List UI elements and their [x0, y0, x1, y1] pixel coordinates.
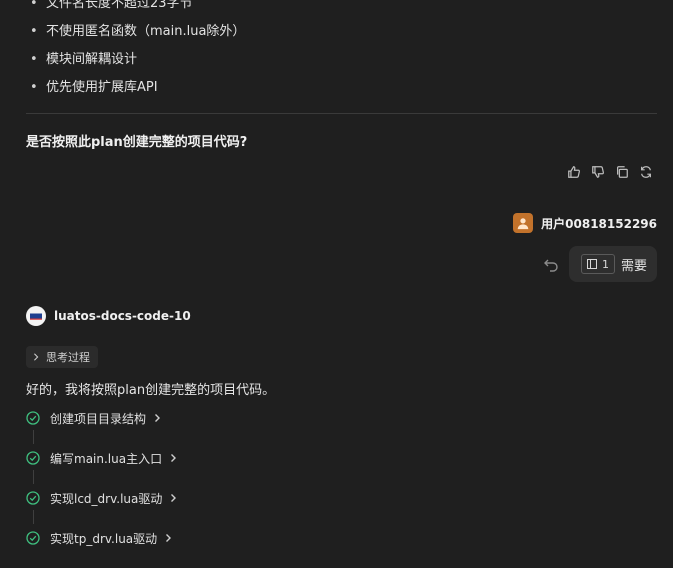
task-step: 实现lcd_drv.lua驱动: [26, 488, 178, 528]
task-step-label: 实现tp_drv.lua驱动: [50, 531, 158, 546]
check-circle-icon: [26, 531, 40, 545]
list-item: 不使用匿名函数（main.lua除外）: [30, 18, 245, 46]
bot-header: luatos-docs-code-10: [26, 306, 191, 326]
task-step-toggle[interactable]: 实现lcd_drv.lua驱动: [26, 488, 178, 508]
task-step-label: 编写main.lua主入口: [50, 451, 163, 466]
thumbs-down-icon[interactable]: [590, 164, 606, 180]
reference-chip[interactable]: 1: [581, 254, 615, 274]
chevron-right-icon: [166, 534, 172, 542]
task-step: 编写main.lua主入口: [26, 448, 178, 488]
reference-count: 1: [602, 257, 609, 271]
task-step-label: 创建项目目录结构: [50, 411, 147, 426]
step-connector: [33, 470, 34, 484]
task-step-toggle[interactable]: 创建项目目录结构: [26, 408, 178, 428]
user-icon: [517, 218, 529, 230]
task-step: 创建项目目录结构: [26, 408, 178, 448]
bot-logo-icon: [26, 306, 46, 326]
bot-name: luatos-docs-code-10: [54, 309, 191, 323]
avatar: [513, 213, 534, 233]
thinking-process-label: 思考过程: [46, 351, 90, 364]
message-actions: [566, 164, 654, 180]
step-connector: [33, 510, 34, 524]
task-step-label: 实现lcd_drv.lua驱动: [50, 491, 163, 506]
assistant-question: 是否按照此plan创建完整的项目代码?: [26, 135, 248, 150]
assistant-reply: 好的，我将按照plan创建完整的项目代码。: [26, 383, 276, 398]
user-message-text: 需要: [621, 258, 648, 274]
list-item: 优先使用扩展库API: [30, 74, 245, 102]
user-message-bubble: 1 需要: [569, 246, 657, 282]
task-step: 实现tp_drv.lua驱动: [26, 528, 178, 568]
copy-icon[interactable]: [614, 164, 630, 180]
chevron-right-icon: [34, 353, 39, 361]
undo-icon[interactable]: [543, 257, 559, 273]
list-item: 模块间解耦设计: [30, 46, 245, 74]
task-step-toggle[interactable]: 实现tp_drv.lua驱动: [26, 528, 178, 548]
step-connector: [33, 430, 34, 444]
plan-rules-list: 文件名长度不超过23字节 不使用匿名函数（main.lua除外） 模块间解耦设计…: [30, 0, 245, 102]
list-item: 文件名长度不超过23字节: [30, 0, 245, 18]
check-circle-icon: [26, 411, 40, 425]
user-name: 用户00818152296: [541, 216, 657, 231]
chevron-right-icon: [171, 454, 177, 462]
chevron-right-icon: [171, 494, 177, 502]
check-circle-icon: [26, 451, 40, 465]
chevron-right-icon: [155, 414, 161, 422]
task-steps: 创建项目目录结构 编写main.lua主入口 实现lcd_drv.lua驱动 实…: [26, 408, 178, 568]
user-header: 用户00818152296: [513, 213, 657, 233]
check-circle-icon: [26, 491, 40, 505]
refresh-icon[interactable]: [638, 164, 654, 180]
document-icon: [587, 259, 597, 269]
divider: [26, 113, 657, 114]
task-step-toggle[interactable]: 编写main.lua主入口: [26, 448, 178, 468]
thinking-process-toggle[interactable]: 思考过程: [26, 346, 98, 368]
thumbs-up-icon[interactable]: [566, 164, 582, 180]
